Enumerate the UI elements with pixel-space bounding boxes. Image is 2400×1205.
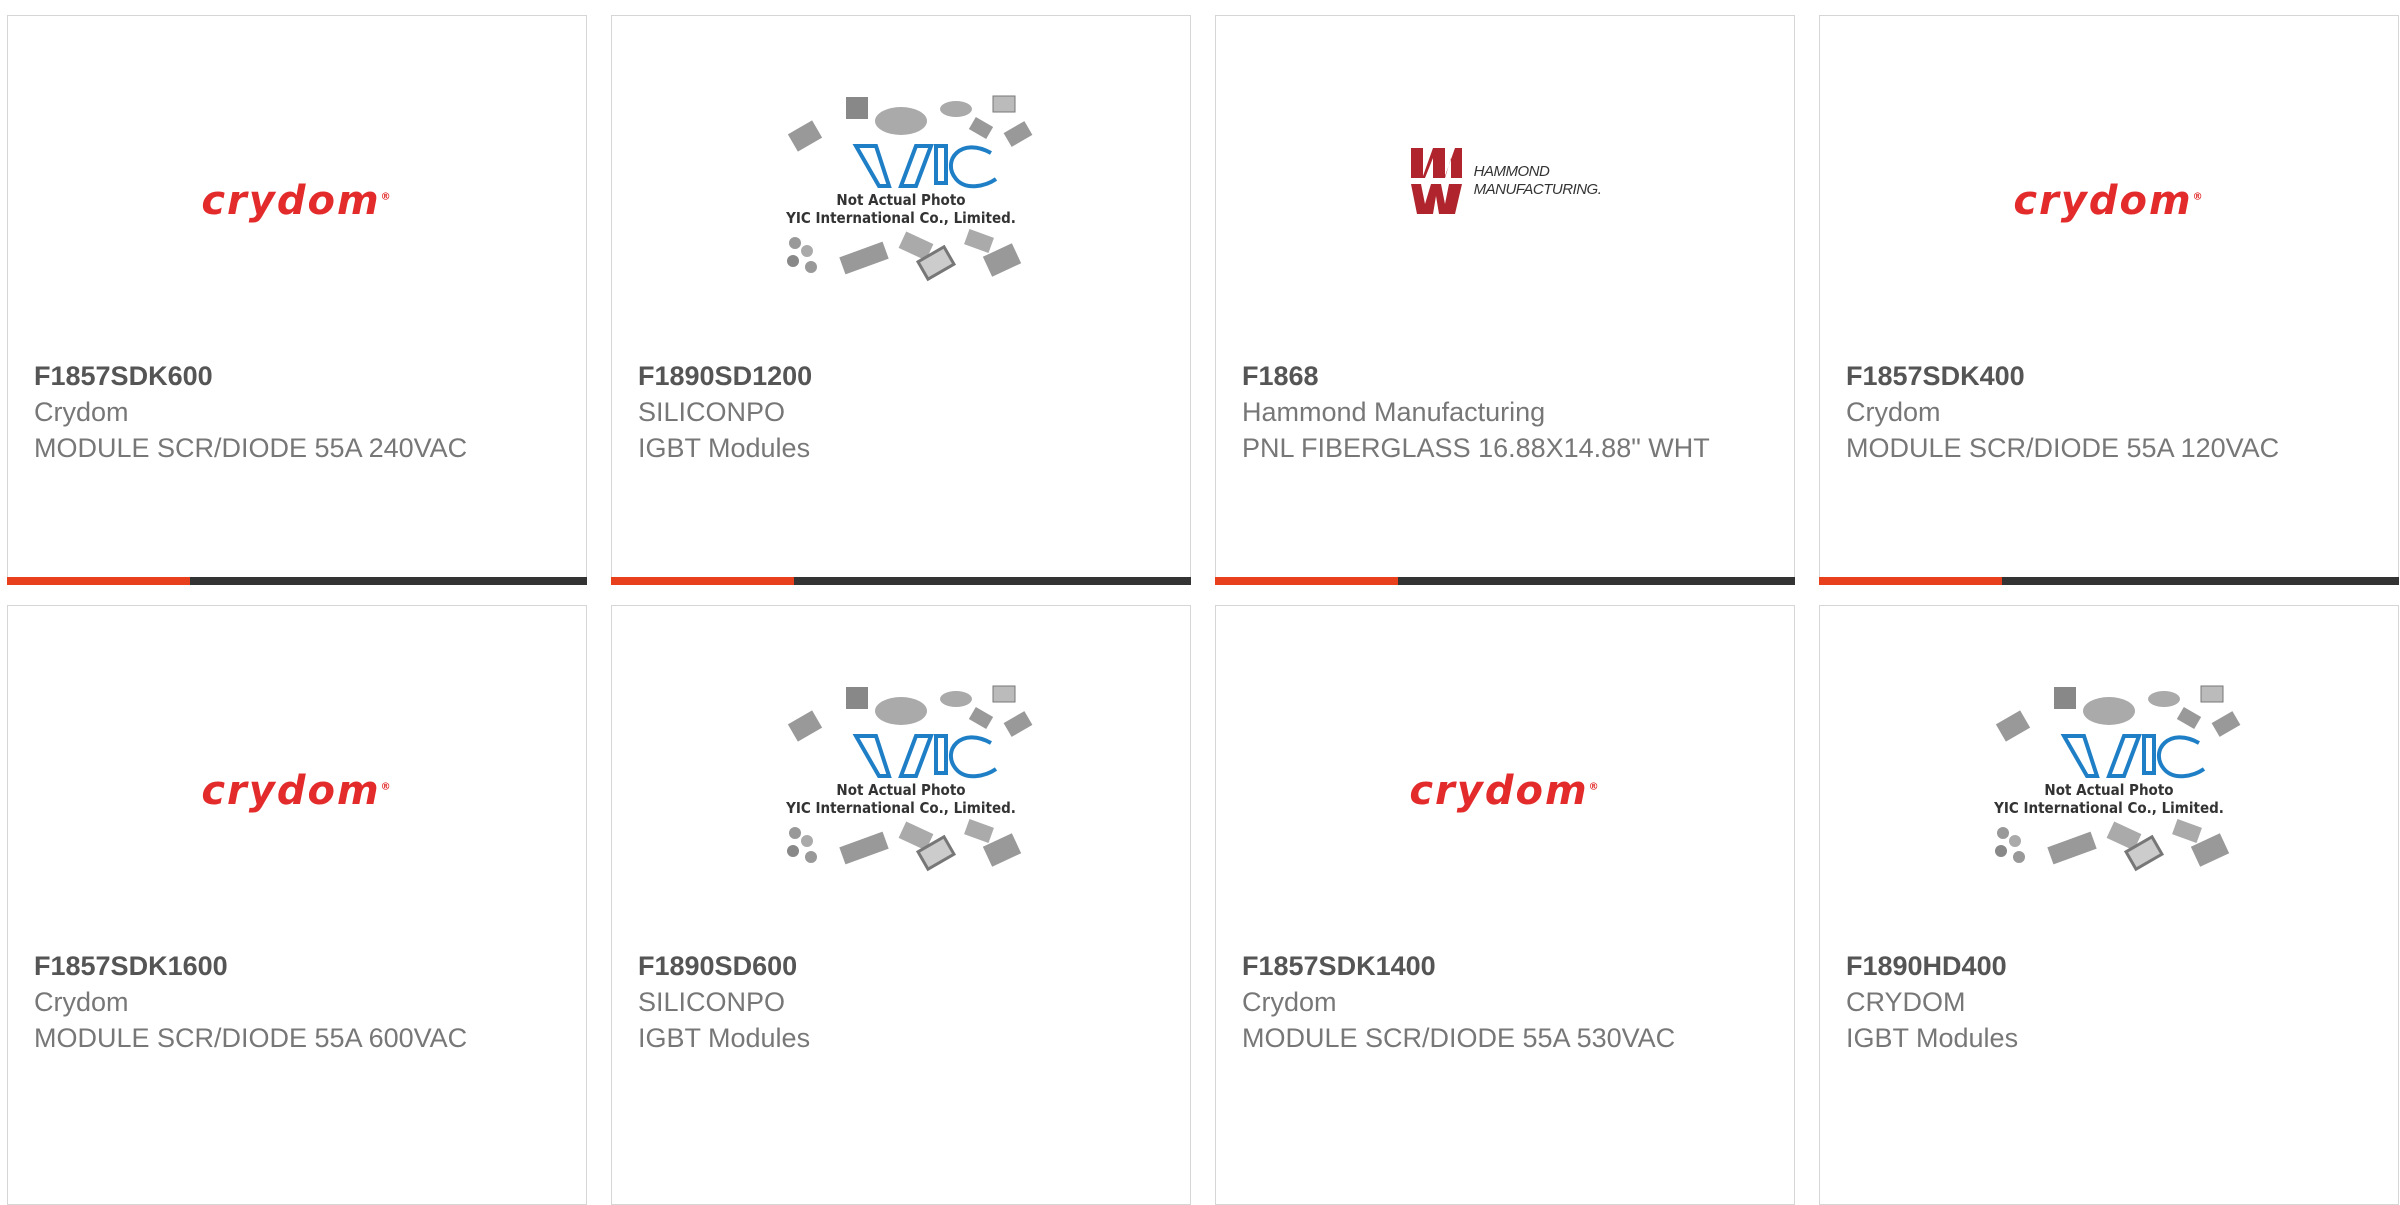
manufacturer: Crydom — [34, 987, 129, 1017]
description: MODULE SCR/DIODE 55A 530VAC — [1242, 1023, 1676, 1053]
description: PNL FIBERGLASS 16.88X14.88" WHT — [1242, 433, 1710, 463]
card-bottom-bar — [7, 577, 587, 585]
hammond-logo-line2: MANUFACTURING. — [1473, 181, 1602, 198]
chip-package-icons-bottom — [787, 228, 1022, 281]
description: MODULE SCR/DIODE 55A 240VAC — [34, 433, 468, 463]
manufacturer: SILICONPO — [638, 397, 786, 427]
description: MODULE SCR/DIODE 55A 600VAC — [34, 1023, 468, 1053]
yic-placeholder-image: Not Actual Photo YIC International Co., … — [761, 681, 1041, 872]
yic-company-caption: YIC International Co., Limited. — [786, 208, 1016, 227]
chip-package-icons-bottom — [1995, 818, 2230, 871]
description: MODULE SCR/DIODE 55A 120VAC — [1846, 433, 2280, 463]
product-image[interactable]: Not Actual Photo YIC International Co., … — [1820, 606, 2398, 946]
crydom-logo: crydom® — [1409, 768, 1601, 814]
card-bottom-bar — [1215, 577, 1795, 585]
hammond-mark-icon — [1410, 148, 1462, 214]
yic-company-caption: YIC International Co., Limited. — [786, 798, 1016, 817]
part-number-link[interactable]: F1868 — [1242, 358, 1774, 394]
product-card[interactable]: Not Actual Photo YIC International Co., … — [611, 15, 1191, 585]
manufacturer: Crydom — [1242, 987, 1337, 1017]
crydom-logo: crydom® — [201, 768, 393, 814]
hammond-logo-line1: HAMMOND — [1473, 163, 1550, 180]
manufacturer: Crydom — [1846, 397, 1941, 427]
part-number-link[interactable]: F1857SDK600 — [34, 358, 566, 394]
product-card[interactable]: HAMMOND MANUFACTURING. F1868 Hammond Man… — [1215, 15, 1795, 585]
yic-company-caption: YIC International Co., Limited. — [1994, 798, 2224, 817]
product-card[interactable]: crydom® F1857SDK1400 Crydom MODULE SCR/D… — [1215, 605, 1795, 1205]
part-number-link[interactable]: F1857SDK1600 — [34, 948, 566, 984]
manufacturer: CRYDOM — [1846, 987, 1966, 1017]
crydom-logo: crydom® — [2013, 178, 2205, 224]
product-card[interactable]: Not Actual Photo YIC International Co., … — [1819, 605, 2399, 1205]
chip-package-icons — [787, 685, 1033, 778]
product-image[interactable]: crydom® — [8, 606, 586, 946]
manufacturer: Hammond Manufacturing — [1242, 397, 1546, 427]
hammond-logo: HAMMOND MANUFACTURING. — [1409, 146, 1602, 216]
product-image[interactable]: Not Actual Photo YIC International Co., … — [612, 606, 1190, 946]
not-actual-photo-caption: Not Actual Photo — [836, 190, 966, 209]
not-actual-photo-caption: Not Actual Photo — [836, 780, 966, 799]
product-image[interactable]: Not Actual Photo YIC International Co., … — [612, 16, 1190, 356]
chip-package-icons — [787, 95, 1033, 188]
chip-package-icons-bottom — [787, 818, 1022, 871]
part-number-link[interactable]: F1890SD600 — [638, 948, 1170, 984]
part-number-link[interactable]: F1890HD400 — [1846, 948, 2378, 984]
product-image[interactable]: crydom® — [8, 16, 586, 356]
product-image[interactable]: HAMMOND MANUFACTURING. — [1216, 16, 1794, 356]
description: IGBT Modules — [638, 1023, 811, 1053]
product-image[interactable]: crydom® — [1216, 606, 1794, 946]
part-number-link[interactable]: F1890SD1200 — [638, 358, 1170, 394]
yic-placeholder-image: Not Actual Photo YIC International Co., … — [1969, 681, 2249, 872]
product-card[interactable]: crydom® F1857SDK600 Crydom MODULE SCR/DI… — [7, 15, 587, 585]
card-bottom-bar — [611, 577, 1191, 585]
part-number-link[interactable]: F1857SDK400 — [1846, 358, 2378, 394]
manufacturer: Crydom — [34, 397, 129, 427]
product-grid: crydom® F1857SDK600 Crydom MODULE SCR/DI… — [0, 0, 2400, 1205]
manufacturer: SILICONPO — [638, 987, 786, 1017]
product-image[interactable]: crydom® — [1820, 16, 2398, 356]
crydom-logo: crydom® — [201, 178, 393, 224]
card-bottom-bar — [1819, 577, 2399, 585]
product-card[interactable]: Not Actual Photo YIC International Co., … — [611, 605, 1191, 1205]
description: IGBT Modules — [1846, 1023, 2019, 1053]
description: IGBT Modules — [638, 433, 811, 463]
part-number-link[interactable]: F1857SDK1400 — [1242, 948, 1774, 984]
yic-placeholder-image: Not Actual Photo YIC International Co., … — [761, 91, 1041, 282]
not-actual-photo-caption: Not Actual Photo — [2044, 780, 2174, 799]
chip-package-icons — [1995, 685, 2241, 778]
product-card[interactable]: crydom® F1857SDK1600 Crydom MODULE SCR/D… — [7, 605, 587, 1205]
product-card[interactable]: crydom® F1857SDK400 Crydom MODULE SCR/DI… — [1819, 15, 2399, 585]
